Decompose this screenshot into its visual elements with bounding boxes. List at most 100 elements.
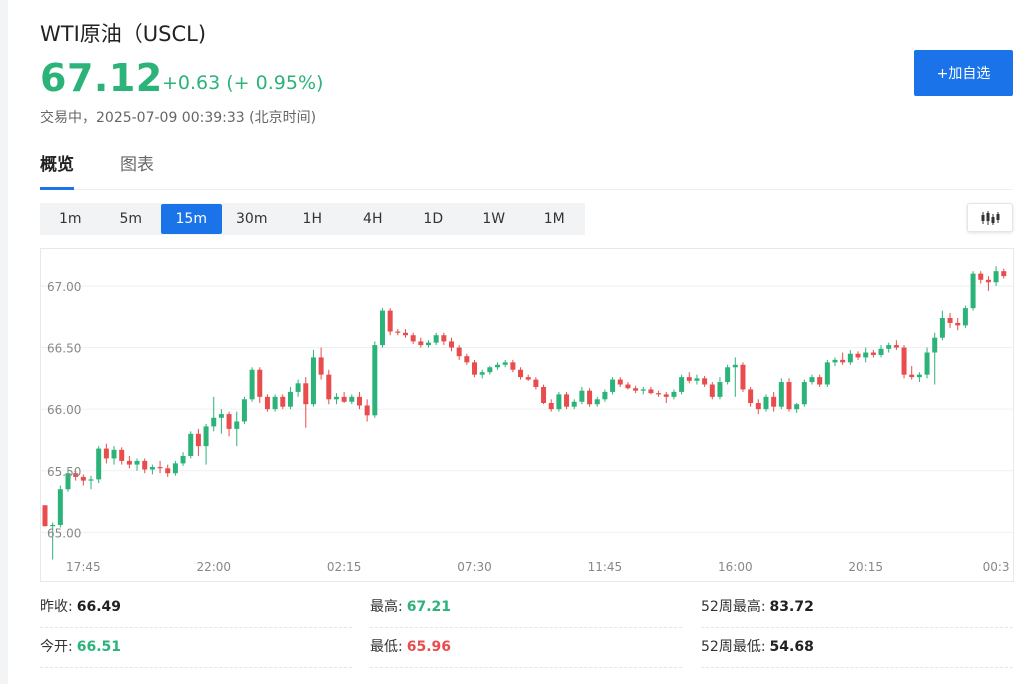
- candle-body: [771, 396, 777, 407]
- stat-low-value: 65.96: [406, 639, 452, 655]
- candle-body: [487, 367, 493, 373]
- interval-1mo[interactable]: 1M: [524, 204, 585, 234]
- candle: [495, 362, 501, 370]
- stat-52w-high-value: 83.72: [769, 599, 814, 615]
- stat-52w-high: 52周最高: 83.72: [701, 590, 1013, 628]
- stat-high: 最高: 67.21: [370, 590, 682, 628]
- candle-body: [241, 399, 247, 422]
- candle: [96, 446, 102, 484]
- candle-body: [993, 271, 999, 283]
- x-tick-label: 16:00: [718, 560, 753, 574]
- candle: [310, 350, 316, 407]
- candle-body: [1001, 271, 1007, 277]
- candle: [809, 374, 815, 385]
- candle-body: [832, 359, 838, 363]
- candle: [901, 345, 907, 379]
- interval-30m[interactable]: 30m: [222, 204, 283, 234]
- candle: [916, 372, 922, 383]
- candle: [610, 377, 616, 395]
- candle-body: [418, 341, 424, 346]
- candle-body: [449, 341, 455, 348]
- candle-body: [717, 382, 723, 397]
- candle-body: [533, 379, 539, 387]
- candle: [203, 423, 209, 465]
- candle: [502, 359, 508, 368]
- candle-body: [633, 388, 639, 391]
- candle: [410, 332, 416, 344]
- interval-1w[interactable]: 1W: [464, 204, 525, 234]
- candle-body: [571, 401, 577, 407]
- candlestick-chart[interactable]: 67.00 66.50 66.00 65.50 65.00 17:45 22:00 02:15…: [40, 248, 1014, 582]
- candle-body: [464, 356, 470, 363]
- candle-body: [295, 383, 301, 392]
- tab-overview[interactable]: 概览: [40, 152, 74, 190]
- candle: [533, 377, 539, 390]
- candle: [57, 485, 63, 528]
- interval-5m[interactable]: 5m: [101, 204, 162, 234]
- candle: [824, 359, 830, 387]
- candle-body: [702, 378, 708, 385]
- candlestick-icon: [981, 210, 1000, 225]
- chart-type-button[interactable]: [967, 203, 1013, 232]
- candle: [464, 353, 470, 365]
- x-tick-label: 00:3: [983, 560, 1010, 574]
- candle-body: [287, 391, 293, 407]
- candle: [180, 452, 186, 466]
- candle-body: [96, 448, 102, 480]
- interval-15m[interactable]: 15m: [161, 204, 222, 234]
- candle: [349, 394, 355, 405]
- interval-1h[interactable]: 1H: [282, 204, 343, 234]
- y-tick-label: 65.50: [47, 465, 81, 479]
- stat-prev-close-label: 昨收:: [40, 599, 73, 615]
- candle-body: [579, 390, 585, 402]
- candle: [356, 391, 362, 410]
- candle-body: [165, 468, 171, 474]
- candle-body: [671, 391, 677, 397]
- candle: [978, 271, 984, 284]
- candle-body: [356, 396, 362, 406]
- candle: [80, 474, 86, 486]
- interval-1m[interactable]: 1m: [40, 204, 101, 234]
- candle: [794, 403, 800, 413]
- candle-body: [932, 337, 938, 353]
- candle-body: [203, 426, 209, 447]
- candle: [863, 347, 869, 363]
- candle-body: [126, 460, 132, 465]
- x-tick-label: 11:45: [588, 560, 623, 574]
- candle-body: [648, 389, 654, 394]
- candle: [924, 347, 930, 379]
- candle-body: [303, 383, 309, 405]
- candle: [909, 366, 915, 380]
- candle: [847, 350, 853, 365]
- x-tick-label: 07:30: [457, 560, 492, 574]
- interval-1d[interactable]: 1D: [403, 204, 464, 234]
- candle: [886, 342, 892, 353]
- candle: [778, 378, 784, 410]
- candle-body: [640, 389, 646, 391]
- candle: [149, 464, 155, 475]
- candle: [571, 399, 577, 410]
- candle-body: [732, 364, 738, 368]
- candle: [264, 394, 270, 412]
- y-tick-label: 67.00: [47, 280, 81, 294]
- candle-body: [694, 378, 700, 381]
- interval-4h[interactable]: 4H: [343, 204, 404, 234]
- candle: [326, 369, 332, 405]
- candle-body: [518, 369, 524, 378]
- candle: [426, 340, 431, 348]
- candle-body: [939, 317, 945, 338]
- candle-body: [402, 332, 408, 336]
- candle: [195, 428, 201, 456]
- candle: [878, 345, 884, 358]
- candle: [840, 352, 846, 365]
- tab-chart[interactable]: 图表: [120, 152, 154, 190]
- candle: [241, 396, 247, 424]
- stat-52w-low: 52周最低: 54.68: [701, 630, 1013, 668]
- candle-body: [149, 467, 155, 470]
- candle: [318, 347, 324, 380]
- add-to-watchlist-button[interactable]: +加自选: [914, 50, 1013, 96]
- candle: [870, 350, 876, 358]
- candle-body: [264, 396, 270, 410]
- candle: [594, 396, 600, 407]
- x-tick-label: 02:15: [327, 560, 362, 574]
